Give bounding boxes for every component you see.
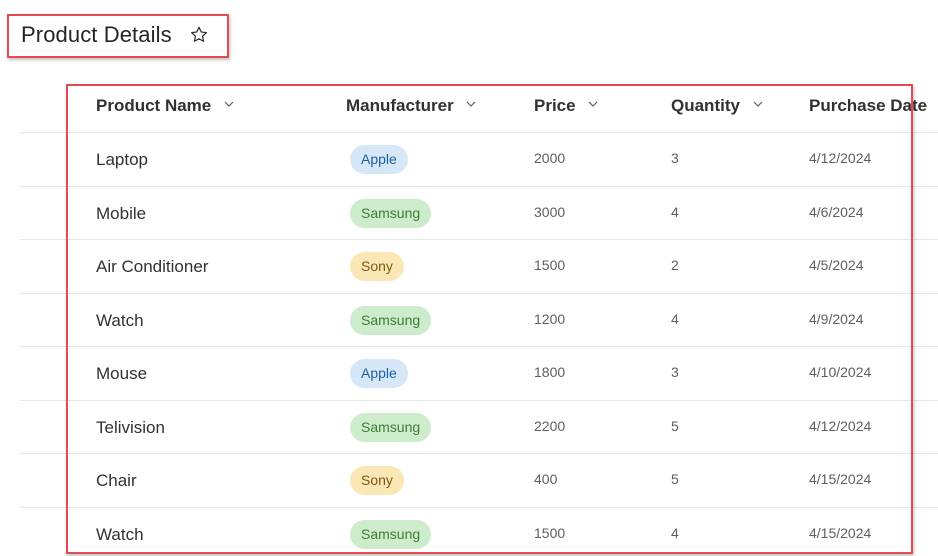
manufacturer-badge: Samsung: [350, 198, 432, 228]
product-list: Product Name Manufacturer Price Quantity…: [20, 80, 938, 556]
page: Product Details Product Name Manufacture…: [0, 0, 938, 556]
purchase-date-value: 4/5/2024: [809, 257, 864, 273]
column-header-quantity[interactable]: Quantity: [671, 96, 763, 116]
quantity-value: 4: [671, 203, 679, 220]
price-value: 3000: [534, 203, 566, 220]
chevron-down-icon: [224, 101, 234, 107]
manufacturer-badge: Samsung: [350, 305, 432, 335]
manufacturer-badge: Samsung: [350, 412, 432, 442]
table-row[interactable]: Watch Samsung 1500 4 4/15/2024: [20, 508, 938, 556]
purchase-date-value: 4/15/2024: [809, 524, 872, 541]
quantity-value: 3: [671, 150, 679, 166]
purchase-date-value: 4/12/2024: [809, 150, 872, 166]
table-row[interactable]: Air Conditioner Sony 1500 2 4/5/2024: [20, 240, 938, 294]
column-header-price[interactable]: Price: [534, 96, 598, 116]
chevron-down-icon: [753, 101, 763, 107]
chevron-down-icon: [588, 101, 598, 107]
table-row[interactable]: Mobile Samsung 3000 4 4/6/2024: [20, 187, 938, 240]
product-name: Air Conditioner: [96, 257, 209, 276]
price-value: 1500: [534, 257, 566, 273]
price-value: 2000: [534, 150, 566, 166]
manufacturer-badge: Apple: [350, 145, 408, 174]
star-icon[interactable]: [189, 25, 209, 45]
quantity-value: 4: [671, 310, 679, 327]
quantity-value: 5: [671, 417, 679, 434]
price-value: 2200: [534, 417, 566, 434]
column-header-label: Manufacturer: [346, 96, 454, 115]
page-title: Product Details: [21, 22, 172, 47]
column-header-manufacturer[interactable]: Manufacturer: [346, 96, 476, 116]
manufacturer-badge: Sony: [350, 252, 404, 281]
manufacturer-badge: Samsung: [350, 519, 432, 549]
product-name: Laptop: [96, 150, 148, 169]
purchase-date-value: 4/6/2024: [809, 203, 864, 220]
product-name: Watch: [96, 310, 144, 330]
product-name: Mouse: [96, 364, 148, 383]
price-value: 1500: [534, 524, 566, 541]
table-row[interactable]: Mouse Apple 1800 3 4/10/2024: [20, 347, 938, 401]
table-row[interactable]: Chair Sony 400 5 4/15/2024: [20, 454, 938, 508]
product-name: Chair: [96, 471, 137, 490]
purchase-date-value: 4/9/2024: [809, 310, 864, 327]
price-value: 1200: [534, 310, 566, 327]
purchase-date-value: 4/10/2024: [809, 364, 872, 380]
column-header-product-name[interactable]: Product Name: [96, 96, 234, 116]
manufacturer-badge: Apple: [350, 359, 408, 388]
column-header-label: Price: [534, 96, 576, 115]
price-value: 1800: [534, 364, 566, 380]
product-name: Watch: [96, 524, 144, 544]
column-header-row: Product Name Manufacturer Price Quantity…: [20, 80, 938, 133]
quantity-value: 2: [671, 257, 679, 273]
column-header-purchase-date[interactable]: Purchase Date: [809, 96, 938, 116]
column-header-label: Product Name: [96, 96, 212, 115]
manufacturer-badge: Sony: [350, 466, 404, 495]
price-value: 400: [534, 471, 558, 487]
table-row[interactable]: Watch Samsung 1200 4 4/9/2024: [20, 294, 938, 347]
product-name: Mobile: [96, 203, 147, 223]
quantity-value: 4: [671, 524, 679, 541]
quantity-value: 3: [671, 364, 679, 380]
quantity-value: 5: [671, 471, 679, 487]
column-header-label: Purchase Date: [809, 96, 928, 115]
chevron-down-icon: [466, 101, 476, 107]
product-name: Telivision: [96, 417, 165, 437]
column-header-label: Quantity: [671, 96, 740, 115]
purchase-date-value: 4/15/2024: [809, 471, 872, 487]
table-row[interactable]: Telivision Samsung 2200 5 4/12/2024: [20, 401, 938, 454]
table-row[interactable]: Laptop Apple 2000 3 4/12/2024: [20, 133, 938, 187]
purchase-date-value: 4/12/2024: [809, 417, 872, 434]
